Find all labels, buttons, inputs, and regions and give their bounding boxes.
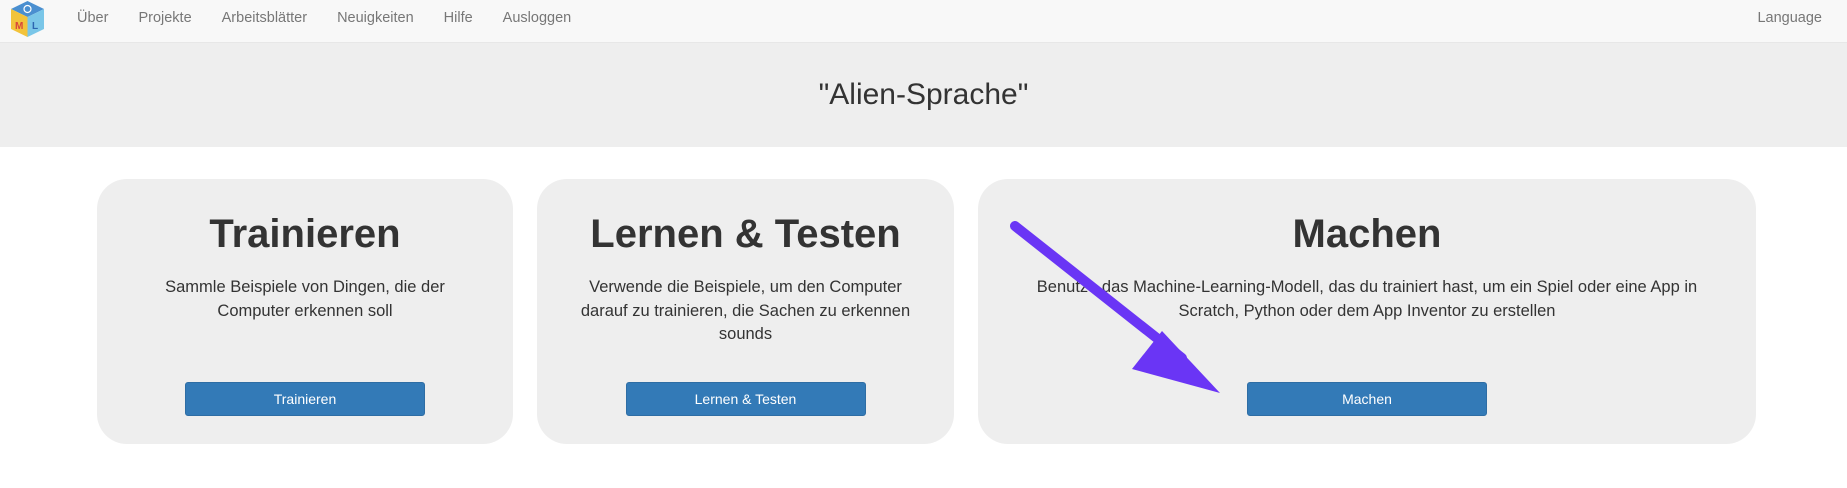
card-machen: Machen Benutze das Machine-Learning-Mode… [978,179,1756,444]
card-title: Trainieren [209,212,401,256]
nav-link-projekte[interactable]: Projekte [138,10,191,26]
card-description: Benutze das Machine-Learning-Modell, das… [1036,278,1698,320]
nav-link-ueber[interactable]: Über [77,10,108,26]
nav-links: Über Projekte Arbeitsblätter Neuigkeiten… [77,0,601,36]
navbar: M L Über Projekte Arbeitsblätter Neuigke… [0,0,1847,43]
nav-link-ausloggen[interactable]: Ausloggen [503,10,572,26]
nav-link-arbeitsblaetter[interactable]: Arbeitsblätter [222,10,307,26]
svg-text:M: M [15,21,23,32]
card-description: Sammle Beispiele von Dingen, die der Com… [165,278,445,320]
nav-link-neuigkeiten[interactable]: Neuigkeiten [337,10,414,26]
language-menu[interactable]: Language [1757,0,1822,36]
card-title: Lernen & Testen [590,212,901,256]
trainieren-button[interactable]: Trainieren [185,382,425,416]
ml-logo-icon[interactable]: M L [9,0,46,38]
card-title: Machen [1292,212,1442,256]
nav-link-hilfe[interactable]: Hilfe [444,10,473,26]
project-header: "Alien-Sprache" [0,43,1847,147]
card-lernen-testen: Lernen & Testen Verwende die Beispiele, … [537,179,954,444]
svg-text:L: L [32,21,38,32]
machen-button[interactable]: Machen [1247,382,1487,416]
project-title: "Alien-Sprache" [818,78,1029,111]
card-trainieren: Trainieren Sammle Beispiele von Dingen, … [97,179,513,444]
lernen-testen-button[interactable]: Lernen & Testen [625,382,866,416]
card-description: Verwende die Beispiele, um den Computer … [580,278,911,343]
cards-section: Trainieren Sammle Beispiele von Dingen, … [0,147,1847,488]
